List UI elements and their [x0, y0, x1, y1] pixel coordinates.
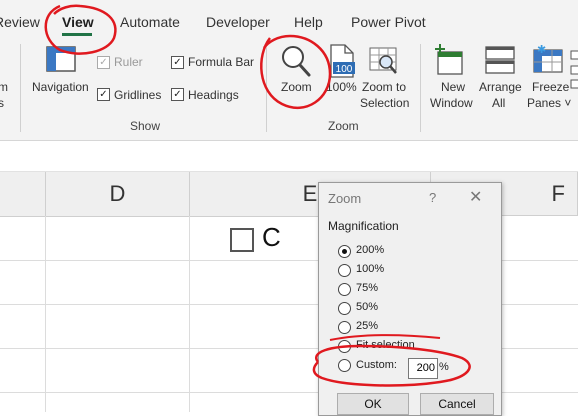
separator: [420, 44, 421, 132]
tab-automate[interactable]: Automate: [120, 14, 180, 30]
magnifier-icon[interactable]: [280, 44, 312, 83]
new-window-icon[interactable]: [434, 44, 464, 81]
formula-bar-checkbox[interactable]: ✓: [171, 56, 184, 69]
svg-text:✱: ✱: [537, 44, 546, 56]
radio-50[interactable]: [338, 302, 351, 315]
partial-label-2: s: [0, 96, 4, 110]
radio-200[interactable]: [338, 245, 351, 258]
new-label[interactable]: New: [441, 80, 465, 94]
gridlines-checkbox[interactable]: ✓: [97, 88, 110, 101]
zoom-100-badge: 100: [336, 64, 353, 75]
navigation-button[interactable]: Navigation: [32, 80, 89, 94]
radio-75-label[interactable]: 75%: [356, 282, 378, 294]
zoom-to-label[interactable]: Zoom to: [362, 80, 406, 94]
radio-25-label[interactable]: 25%: [356, 320, 378, 332]
percent-label: %: [439, 361, 449, 373]
partial-window-icon[interactable]: [570, 50, 578, 95]
radio-fit-selection-label[interactable]: Fit selection: [356, 339, 415, 351]
ribbon-tabs: Review View Automate Developer Help Powe…: [0, 0, 578, 40]
active-tab-indicator: [62, 33, 92, 36]
zoom-100-icon[interactable]: 100: [328, 44, 356, 83]
ribbon: m s Navigation ✓ Ruler ✓ Formula Bar ✓ G…: [0, 40, 578, 141]
headings-checkbox[interactable]: ✓: [171, 88, 184, 101]
col-line: [189, 216, 190, 412]
radio-custom-label[interactable]: Custom:: [356, 359, 397, 371]
zoom-100-button[interactable]: 100%: [326, 80, 357, 94]
zoom-to-selection-icon[interactable]: [368, 46, 400, 81]
headings-label: Headings: [188, 88, 239, 102]
radio-25[interactable]: [338, 321, 351, 334]
column-header-d[interactable]: D: [46, 172, 190, 217]
radio-custom[interactable]: [338, 359, 351, 372]
tab-help[interactable]: Help: [294, 14, 323, 30]
tab-power-pivot[interactable]: Power Pivot: [351, 14, 426, 30]
freeze-label[interactable]: Freeze: [532, 80, 569, 94]
gridlines-label: Gridlines: [114, 88, 162, 102]
radio-75[interactable]: [338, 283, 351, 296]
zoom-group-label: Zoom: [328, 119, 359, 133]
navigation-icon[interactable]: [46, 46, 76, 77]
magnification-group-label: Magnification: [328, 219, 399, 233]
window-label[interactable]: Window: [430, 96, 473, 110]
form-checkbox[interactable]: [230, 228, 254, 252]
separator: [266, 44, 267, 132]
radio-100-label[interactable]: 100%: [356, 263, 384, 275]
partial-label-1: m: [0, 80, 8, 94]
show-group-label: Show: [130, 119, 161, 133]
column-header-c[interactable]: [0, 172, 46, 217]
tab-review[interactable]: Review: [0, 14, 40, 30]
tab-developer[interactable]: Developer: [206, 14, 270, 30]
radio-200-label[interactable]: 200%: [356, 244, 384, 256]
arrange-label[interactable]: Arrange: [479, 80, 522, 94]
freeze-panes-icon[interactable]: ✱: [532, 43, 564, 79]
help-button[interactable]: ?: [429, 190, 436, 205]
radio-100[interactable]: [338, 264, 351, 277]
ruler-checkbox[interactable]: ✓: [97, 56, 110, 69]
separator: [20, 44, 21, 132]
selection-label[interactable]: Selection: [360, 96, 409, 110]
formula-bar-label: Formula Bar: [188, 55, 255, 69]
ruler-label: Ruler: [114, 55, 143, 69]
all-label[interactable]: All: [492, 96, 505, 110]
close-icon[interactable]: ✕: [469, 187, 482, 207]
zoom-dialog: Zoom ? ✕ Magnification 200% 100% 75% 50%…: [318, 182, 502, 416]
formula-bar-area: [0, 141, 578, 172]
cell-text: C: [262, 222, 281, 252]
col-line: [45, 216, 46, 412]
tab-view[interactable]: View: [62, 14, 94, 30]
radio-50-label[interactable]: 50%: [356, 301, 378, 313]
dialog-title: Zoom: [328, 191, 362, 206]
arrange-all-icon[interactable]: [485, 46, 515, 79]
panes-dropdown[interactable]: Panes ˅: [527, 96, 571, 110]
radio-fit-selection[interactable]: [338, 340, 351, 353]
zoom-button[interactable]: Zoom: [281, 80, 312, 94]
custom-zoom-input[interactable]: [408, 358, 438, 379]
